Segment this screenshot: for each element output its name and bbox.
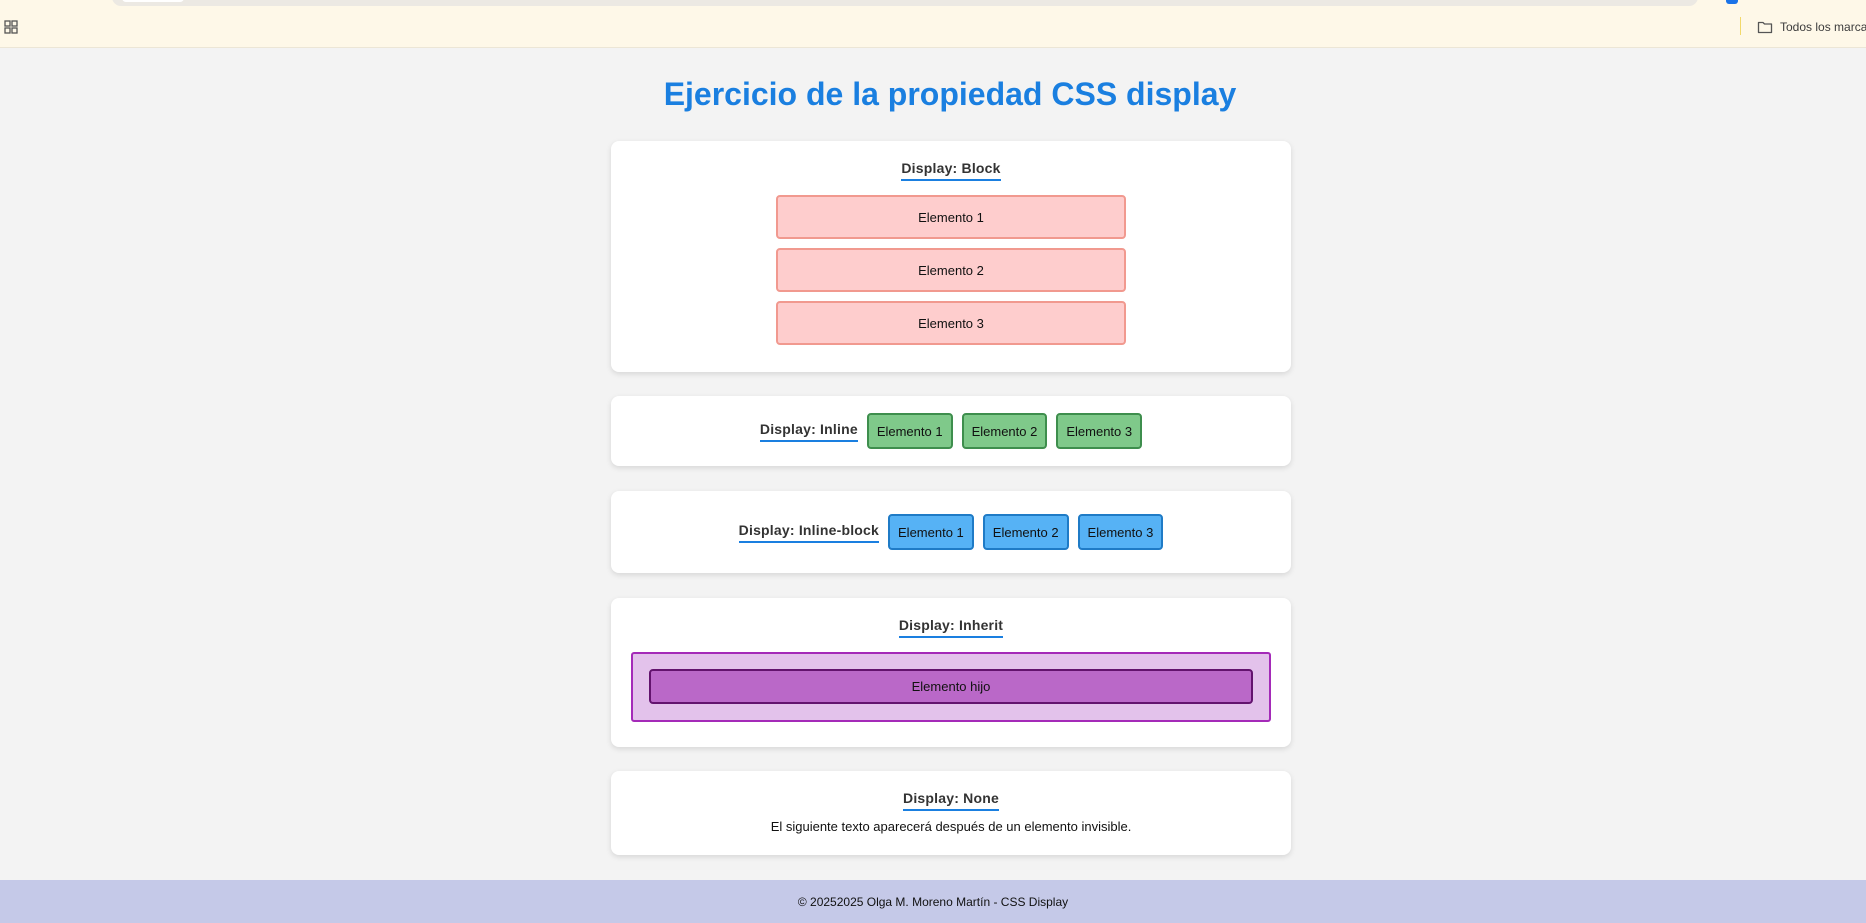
browser-toolbar: Todos los marcadores [0,0,1866,48]
bookmarks-divider [1740,17,1741,35]
block-item-1: Elemento 1 [776,195,1126,239]
inline-item-2: Elemento 2 [961,413,1048,449]
inline-block-item-1: Elemento 1 [888,514,974,550]
inherit-child-element: Elemento hijo [649,669,1253,704]
all-bookmarks-button[interactable]: Todos los marcadores [1757,17,1866,37]
page-title: Ejercicio de la propiedad CSS display [663,76,1237,112]
inline-block-item-3: Elemento 3 [1077,514,1164,550]
profile-icon[interactable] [1726,0,1738,4]
inline-block-section-label: Display: Inline-block [738,522,880,543]
none-section-text: El siguiente texto aparecerá después de … [770,819,1132,834]
inherit-parent-box: Elemento hijo [631,652,1271,722]
block-item-2: Elemento 2 [776,248,1126,292]
apps-grid-icon[interactable] [4,20,18,34]
inherit-section-label: Display: Inherit [898,617,1004,638]
folder-icon [1757,21,1773,34]
none-section-label: Display: None [903,790,999,811]
all-bookmarks-label: Todos los marcadores [1780,20,1866,34]
block-item-3: Elemento 3 [776,301,1126,345]
inline-item-1: Elemento 1 [866,413,953,449]
inline-section-card: Display: Inline Elemento 1 Elemento 2 El… [611,396,1291,466]
none-section-card: Display: None El siguiente texto aparece… [611,771,1291,855]
block-item-list: Elemento 1 Elemento 2 Elemento 3 [611,195,1291,345]
address-bar-chip[interactable] [122,0,184,2]
inline-block-section-card: Display: Inline-block Elemento 1 Element… [611,491,1291,573]
inherit-section-card: Display: Inherit Elemento hijo [611,598,1291,747]
inline-block-item-2: Elemento 2 [982,514,1069,550]
inline-section-label: Display: Inline [759,421,858,442]
block-section-label: Display: Block [901,160,1001,181]
inline-item-3: Elemento 3 [1056,413,1143,449]
page-footer: © 20252025 Olga M. Moreno Martín - CSS D… [0,880,1866,923]
block-section-card: Display: Block Elemento 1 Elemento 2 Ele… [611,141,1291,372]
address-bar[interactable] [112,0,1698,6]
footer-text: © 20252025 Olga M. Moreno Martín - CSS D… [797,894,1069,909]
